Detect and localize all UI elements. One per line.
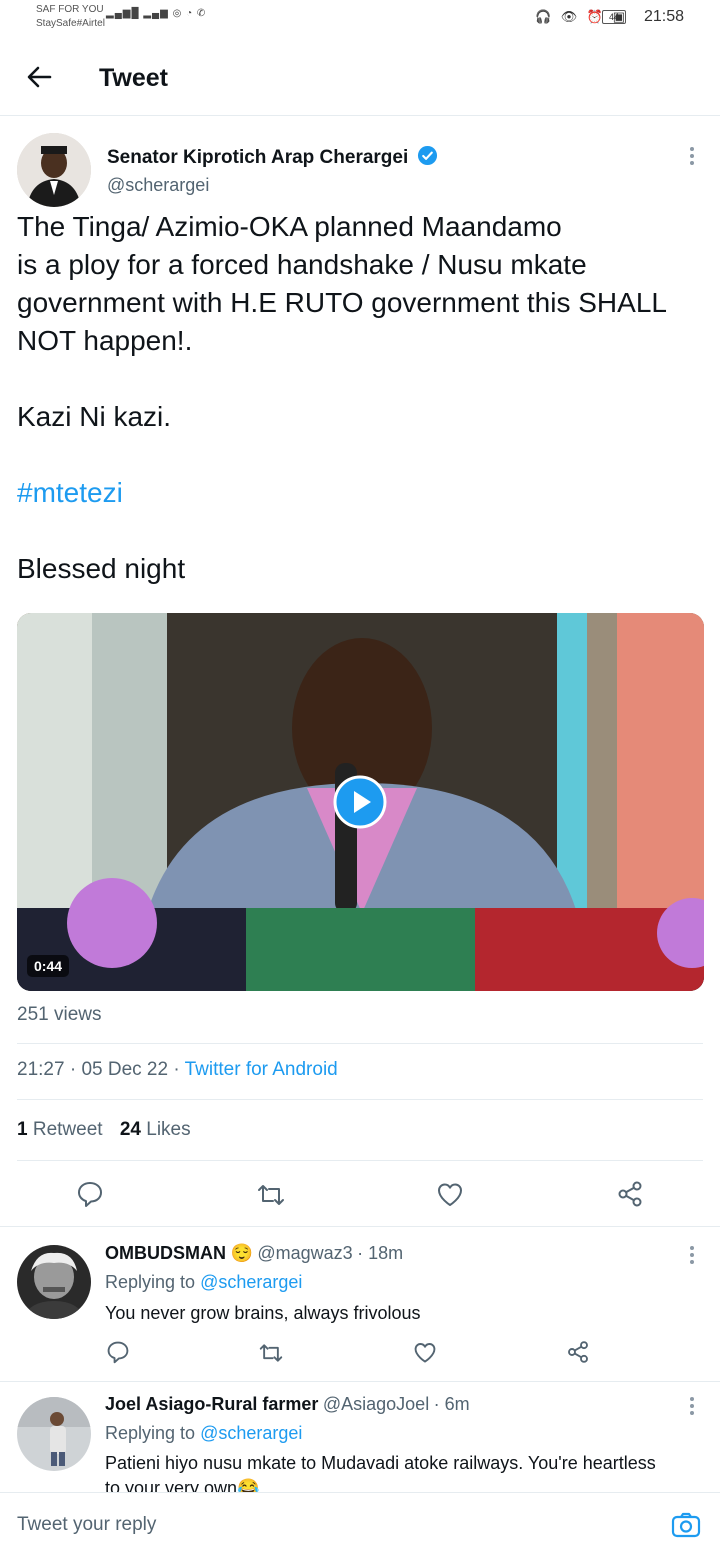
tweet-text-line: NOT happen!. [17,325,193,356]
mention-link[interactable]: @scherargei [200,1272,302,1292]
author-row[interactable]: Senator Kiprotich Arap Cherargei [107,145,438,171]
reply-age: · 18m [357,1243,404,1263]
avatar[interactable] [17,1245,91,1319]
reply-icon[interactable] [106,1340,130,1364]
tweet-text-line: Blessed night [17,553,186,584]
avatar[interactable] [17,1397,91,1471]
engagement-row: 1 Retweet 24 Likes [17,1119,191,1141]
tweet-time: 21:27 [17,1059,65,1080]
reply-author-name[interactable]: OMBUDSMAN [105,1243,226,1263]
share-icon[interactable] [566,1340,590,1364]
tweet-date: 05 Dec 22 [81,1059,169,1080]
tweet-text-line: Kazi Ni kazi. [17,401,172,432]
arrow-left-icon[interactable] [24,62,54,92]
retweet-icon[interactable] [257,1181,285,1209]
retweet-icon[interactable] [259,1341,283,1365]
retweet-stat[interactable]: 1 Retweet [17,1119,103,1140]
status-bar: SAF FOR YOU StaySafe#Airtel ▂▄▆█ ▂▄▆ ◎ ◔… [0,0,720,34]
verified-badge-icon [417,145,438,171]
reply-author-handle[interactable]: @magwaz3 [257,1243,352,1263]
timestamp-row: 21:27 · 05 Dec 22 · Twitter for Android [17,1059,338,1080]
divider [17,1160,703,1161]
author-handle[interactable]: @scherargei [107,175,209,196]
reply-age: · 6m [433,1394,470,1414]
reply-icon[interactable] [76,1180,104,1208]
reply-author-name[interactable]: Joel Asiago-Rural farmer [105,1394,318,1414]
share-icon[interactable] [616,1180,644,1208]
hashtag-link[interactable]: #mtetezi [17,474,707,512]
tweet-text-line: government with H.E RUTO government this… [17,287,667,318]
signal-icon: ▂▄▆█ ▂▄▆ ◎ ◔ ✆ [106,8,207,19]
view-count: 251 views [17,1004,102,1025]
page-title: Tweet [99,64,168,92]
avatar[interactable] [17,133,91,207]
battery-icon: 44 [602,10,626,24]
tweet-body: The Tinga/ Azimio-OKA planned Maandamo i… [17,208,707,588]
replying-to: Replying to @scherargei [105,1423,303,1443]
clock: 21:58 [643,8,684,25]
more-options-icon[interactable] [689,146,695,166]
divider [0,1381,720,1382]
video-duration: 0:44 [27,955,70,977]
reply-text: Patieni hiyo nusu mkate to Mudavadi atok… [105,1453,656,1473]
like-icon[interactable] [413,1341,437,1365]
camera-icon[interactable] [671,1510,701,1540]
author-name[interactable]: Senator Kiprotich Arap Cherargei [107,147,408,168]
play-icon[interactable] [333,775,387,829]
more-options-icon[interactable] [689,1396,695,1416]
mention-link[interactable]: @scherargei [200,1423,302,1443]
divider [0,115,720,116]
divider [17,1099,703,1100]
tweet-text-line: is a ploy for a forced handshake / Nusu … [17,249,587,280]
reply-author-handle[interactable]: @AsiagoJoel [323,1394,429,1414]
like-icon[interactable] [436,1181,464,1209]
reply-input[interactable]: Tweet your reply [17,1514,156,1536]
reply-header[interactable]: Joel Asiago-Rural farmer @AsiagoJoel · 6… [105,1394,470,1415]
relieved-face-emoji: 😌 [230,1243,253,1263]
reply-header[interactable]: OMBUDSMAN 😌 @magwaz3 · 18m [105,1243,403,1264]
like-stat[interactable]: 24 Likes [120,1119,191,1140]
divider [17,1043,703,1044]
divider [0,1226,720,1227]
more-options-icon[interactable] [689,1245,695,1265]
carrier-label-2: StaySafe#Airtel [36,18,105,29]
source-link[interactable]: Twitter for Android [185,1059,338,1080]
replying-to: Replying to @scherargei [105,1272,303,1292]
reply-text: You never grow brains, always frivolous [105,1303,421,1323]
tweet-text-line: The Tinga/ Azimio-OKA planned Maandamo [17,211,562,242]
carrier-label: SAF FOR YOU [36,4,104,15]
